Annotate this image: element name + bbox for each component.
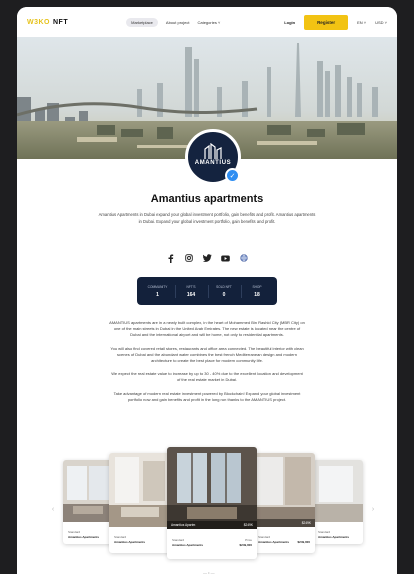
nft-carousel: Standard Amantius Apartments Standard Am…: [17, 447, 397, 567]
twitter-icon[interactable]: [201, 252, 213, 264]
stat-label: SOLD NFT: [216, 284, 232, 289]
card-label-price: $249K: [243, 523, 253, 527]
register-button[interactable]: Register: [304, 14, 349, 30]
card-name: Amantius Apartments: [114, 540, 146, 544]
stat-value: 18: [254, 291, 260, 298]
card-price: $249,000: [239, 543, 252, 547]
collection-stats-panel: COMMUNITY 1 NFT'S 164 SOLD NFT 0 SHOP 18: [137, 277, 277, 305]
nft-card-info: Standard Amantius Apartments $249,000: [253, 532, 315, 547]
nav-categories[interactable]: Categories ˅: [197, 20, 220, 25]
nft-card-info: Standard Amantius Apartments: [313, 527, 363, 542]
verified-badge-icon: ✓: [225, 168, 240, 183]
top-navigation-bar: W3KO NFT Marketplace About project Categ…: [17, 7, 397, 37]
about-paragraph: Take advantage of modern real estate inv…: [113, 390, 301, 402]
collection-title: Amantius apartments: [150, 193, 264, 205]
card-name: Amantius Apartments: [318, 535, 350, 539]
carousel-pagination[interactable]: — • —: [203, 570, 215, 574]
apartment-image: [167, 447, 257, 529]
stat-label: SHOP: [252, 284, 262, 289]
nft-card-info: Standard Amantius Apartments: [63, 527, 113, 542]
apartment-image: [63, 460, 113, 522]
card-meta: Price: [245, 538, 252, 542]
login-link[interactable]: Login: [284, 20, 295, 25]
stat-shop: SHOP 18: [240, 284, 273, 298]
nft-card[interactable]: Standard Amantius Apartments: [313, 460, 363, 544]
instagram-icon[interactable]: [183, 252, 195, 264]
card-name: Amantius Apartments: [258, 540, 290, 544]
avatar-brand-text: AMANTIUS: [194, 160, 232, 166]
language-select[interactable]: EN ˅: [357, 20, 366, 25]
card-caption: Standard: [114, 535, 127, 539]
card-name: Amantius Apartments: [172, 543, 204, 547]
about-paragraph: AMANTIUS apartments are in a newly built…: [109, 320, 305, 338]
card-name: Amantius Apartments: [68, 535, 100, 539]
stat-sold-nft: SOLD NFT 0: [207, 284, 240, 298]
stat-label: NFT'S: [186, 284, 196, 289]
card-price: $249,000: [297, 540, 310, 544]
apartment-image: [313, 460, 363, 522]
nft-card[interactable]: Standard Amantius Apartments: [63, 460, 113, 544]
youtube-icon[interactable]: [220, 252, 232, 264]
website-globe-icon[interactable]: [238, 252, 250, 264]
logo-suffix: NFT: [53, 18, 69, 26]
nft-card-info: Standard Price Amantius Apartments $249,00…: [167, 534, 257, 550]
logo-mark: W3KO: [27, 18, 50, 26]
card-caption: Standard: [172, 538, 185, 542]
apartment-image: [109, 453, 171, 527]
card-label-name: Amantius Apartm: [171, 523, 196, 527]
card-caption: Standard: [258, 535, 271, 539]
stat-value: 1: [156, 291, 159, 298]
facebook-icon[interactable]: [164, 252, 176, 264]
main-nav: Marketplace About project Categories ˅: [126, 17, 220, 27]
social-links: [158, 247, 256, 269]
brand-logo[interactable]: W3KO NFT: [27, 19, 68, 26]
card-caption: Standard: [318, 530, 331, 534]
collection-about-text: AMANTIUS apartments are in a newly built…: [109, 320, 305, 410]
header-actions: Login Register EN ˅ USD ˅: [284, 14, 387, 30]
card-price-bar: Amantius Apartm $249K: [167, 521, 257, 529]
currency-select[interactable]: USD ˅: [375, 20, 387, 25]
nft-card[interactable]: Standard Amantius Apartments: [109, 453, 171, 553]
nft-card-info: Standard Amantius Apartments: [109, 532, 171, 547]
apartment-image: [253, 453, 315, 527]
about-paragraph: You will also find covered retail stores…: [110, 345, 304, 364]
nft-card-featured[interactable]: Amantius Apartm $249K Standard Price Aman…: [167, 447, 257, 559]
page-frame: W3KO NFT Marketplace About project Categ…: [17, 7, 397, 574]
about-paragraph: We expect the real estate value to incre…: [111, 371, 303, 383]
collection-description: Amantius Apartments in Dubai expand your…: [98, 212, 316, 224]
stat-label: COMMUNITY: [147, 284, 168, 289]
stat-value: 0: [222, 291, 226, 298]
nav-marketplace[interactable]: Marketplace: [126, 17, 158, 27]
stat-community: COMMUNITY 1: [142, 285, 174, 298]
stat-value: 164: [186, 291, 196, 298]
card-price-bar: $249K: [253, 519, 315, 527]
building-logo-icon: [204, 143, 222, 159]
nav-about-project[interactable]: About project: [166, 20, 190, 25]
card-caption: Standard: [68, 530, 81, 534]
stat-nfts: NFT'S 164: [174, 284, 207, 298]
card-label-price: $249K: [301, 521, 311, 525]
nft-card[interactable]: $249K Standard Amantius Apartments $249,0…: [253, 453, 315, 553]
